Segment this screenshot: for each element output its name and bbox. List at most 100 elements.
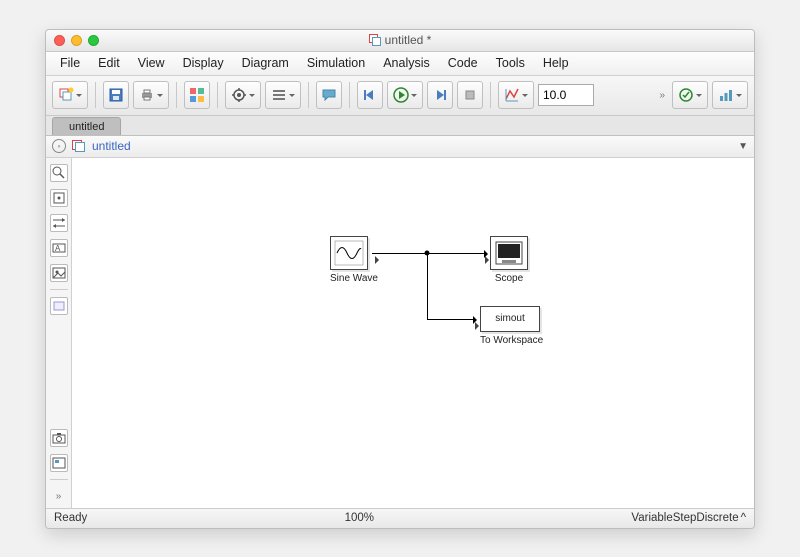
arrows-icon: [51, 215, 67, 231]
block-body: [490, 236, 528, 270]
new-model-button[interactable]: [52, 81, 88, 109]
work-area: A »: [46, 158, 754, 508]
block-scope[interactable]: Scope: [490, 236, 528, 284]
step-forward-icon: [432, 87, 448, 103]
bookmark-icon: [51, 455, 67, 471]
stop-icon: [462, 87, 478, 103]
menu-simulation[interactable]: Simulation: [299, 54, 373, 72]
sep: [349, 82, 350, 108]
signal-line[interactable]: [427, 253, 428, 319]
stop-button[interactable]: [457, 81, 483, 109]
printer-icon: [139, 87, 155, 103]
status-solver[interactable]: VariableStepDiscrete: [631, 512, 738, 524]
model-canvas[interactable]: Sine Wave Scope simout: [72, 158, 754, 508]
simulation-stop-time-input[interactable]: [538, 84, 594, 106]
sep: [490, 82, 491, 108]
svg-text:A: A: [55, 244, 61, 253]
menu-edit[interactable]: Edit: [90, 54, 128, 72]
camera-icon: [51, 430, 67, 446]
canvas-palette: A »: [46, 158, 72, 508]
titlebar: untitled *: [46, 30, 754, 52]
explorer-bar: ◦ untitled ▼: [46, 136, 754, 158]
list-icon: [271, 87, 287, 103]
checkmark-button[interactable]: [672, 81, 708, 109]
explorer-dropdown[interactable]: ▼: [738, 141, 748, 152]
fit-icon: [51, 190, 67, 206]
text-box-icon: A: [51, 240, 67, 256]
window-title-text: untitled *: [385, 33, 432, 47]
save-button[interactable]: [103, 81, 129, 109]
build-button[interactable]: [712, 81, 748, 109]
save-icon: [108, 87, 124, 103]
play-icon: [393, 87, 409, 103]
library-browser-button[interactable]: [184, 81, 210, 109]
simulink-model-icon: [369, 34, 381, 46]
print-button[interactable]: [133, 81, 169, 109]
image-icon: [51, 265, 67, 281]
step-forward-button[interactable]: [427, 81, 453, 109]
model-config-button[interactable]: [225, 81, 261, 109]
menu-analysis[interactable]: Analysis: [375, 54, 438, 72]
block-body: simout: [480, 306, 540, 332]
simulink-window: untitled * File Edit View Display Diagra…: [45, 29, 755, 529]
zoom-tool[interactable]: [50, 164, 68, 182]
arrowhead-icon: [484, 250, 492, 258]
sep: [217, 82, 218, 108]
menu-view[interactable]: View: [130, 54, 173, 72]
menu-file[interactable]: File: [52, 54, 88, 72]
model-explorer-button[interactable]: [265, 81, 301, 109]
block-to-workspace[interactable]: simout To Workspace: [480, 306, 543, 346]
image-tool[interactable]: [50, 264, 68, 282]
menu-code[interactable]: Code: [440, 54, 486, 72]
scope-icon: [494, 240, 524, 266]
window-title: untitled *: [46, 33, 754, 47]
menu-tools[interactable]: Tools: [488, 54, 533, 72]
status-zoom[interactable]: 100%: [345, 512, 374, 524]
menu-display[interactable]: Display: [175, 54, 232, 72]
arrowhead-icon: [473, 316, 481, 324]
file-tab-untitled[interactable]: untitled: [52, 117, 121, 135]
block-label: Sine Wave: [330, 273, 378, 284]
rectangle-icon: [51, 298, 67, 314]
model-icon: [72, 140, 86, 152]
menu-help[interactable]: Help: [535, 54, 577, 72]
block-body: [330, 236, 368, 270]
sample-time-tool[interactable]: [50, 214, 68, 232]
sim-mode-icon: [504, 87, 520, 103]
sep: [50, 289, 68, 290]
model-path[interactable]: untitled: [92, 139, 131, 153]
signal-line[interactable]: [427, 319, 475, 320]
toolbar: »: [46, 76, 754, 116]
status-caret[interactable]: ^: [741, 512, 746, 524]
sep: [95, 82, 96, 108]
new-model-icon: [58, 87, 74, 103]
build-icon: [718, 87, 734, 103]
sine-wave-icon: [334, 240, 364, 266]
viewmarks-tool[interactable]: [50, 454, 68, 472]
output-port[interactable]: [375, 256, 383, 264]
magnifier-icon: [51, 165, 67, 181]
menu-diagram[interactable]: Diagram: [234, 54, 297, 72]
palette-overflow[interactable]: »: [53, 491, 65, 502]
simulation-mode-button[interactable]: [498, 81, 534, 109]
hide-navigator-button[interactable]: ◦: [52, 139, 66, 153]
statusbar: Ready 100% VariableStepDiscrete ^: [46, 508, 754, 528]
screenshot-tool[interactable]: [50, 429, 68, 447]
comment-button[interactable]: [316, 81, 342, 109]
fit-to-view-tool[interactable]: [50, 189, 68, 207]
check-icon: [678, 87, 694, 103]
run-button[interactable]: [387, 81, 423, 109]
menubar: File Edit View Display Diagram Simulatio…: [46, 52, 754, 76]
to-workspace-var: simout: [495, 313, 524, 324]
comment-icon: [321, 87, 337, 103]
toolbar-overflow-chevron[interactable]: »: [656, 90, 668, 101]
step-back-button[interactable]: [357, 81, 383, 109]
gear-icon: [231, 87, 247, 103]
library-icon: [189, 87, 205, 103]
status-ready: Ready: [54, 512, 87, 524]
annotation-tool[interactable]: A: [50, 239, 68, 257]
block-label: Scope: [490, 273, 528, 284]
area-tool[interactable]: [50, 297, 68, 315]
file-tabstrip: untitled: [46, 116, 754, 136]
block-sine-wave[interactable]: Sine Wave: [330, 236, 378, 284]
